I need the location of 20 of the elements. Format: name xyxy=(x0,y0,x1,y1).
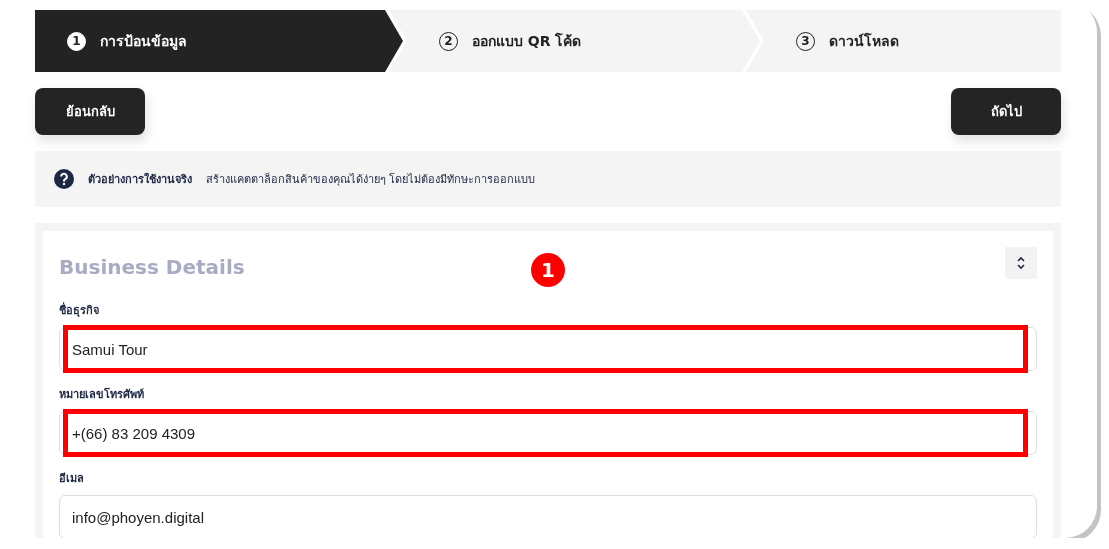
step-label: ดาวน์โหลด xyxy=(829,31,899,51)
field-label: หมายเลขโทรศัพท์ xyxy=(59,386,145,403)
next-button[interactable]: ถัดไป xyxy=(951,88,1061,135)
info-title: ตัวอย่างการใช้งานจริง xyxy=(88,171,192,188)
step-number: 1 xyxy=(67,31,86,51)
step-tab[interactable]: 1 การป้อนข้อมูล xyxy=(35,10,403,72)
field-label: ชื่อธุรกิจ xyxy=(59,301,100,319)
field-label: อีเมล xyxy=(59,471,85,487)
info-text: สร้างแคตตาล็อกสินค้าของคุณได้ง่ายๆ โดยไม่ต้องมีทักษะการออกแบบ xyxy=(206,171,536,188)
help-icon xyxy=(54,169,74,189)
step-label: ออกแบบ QR โค้ด xyxy=(472,31,582,51)
chevron-up-down-icon xyxy=(1016,256,1026,270)
step-tab[interactable]: 2 ออกแบบ QR โค้ด xyxy=(389,10,760,72)
collapse-button[interactable] xyxy=(1005,247,1037,279)
annotation-marker: 1 xyxy=(531,253,565,287)
section-title: Business Details xyxy=(59,255,245,279)
step-label: การป้อนข้อมูล xyxy=(100,32,187,52)
input-field[interactable]: info@phoyen.digital xyxy=(59,495,1037,538)
back-button[interactable]: ย้อนกลับ xyxy=(35,88,145,135)
step-tab[interactable]: 3 ดาวน์โหลด xyxy=(746,10,1061,72)
